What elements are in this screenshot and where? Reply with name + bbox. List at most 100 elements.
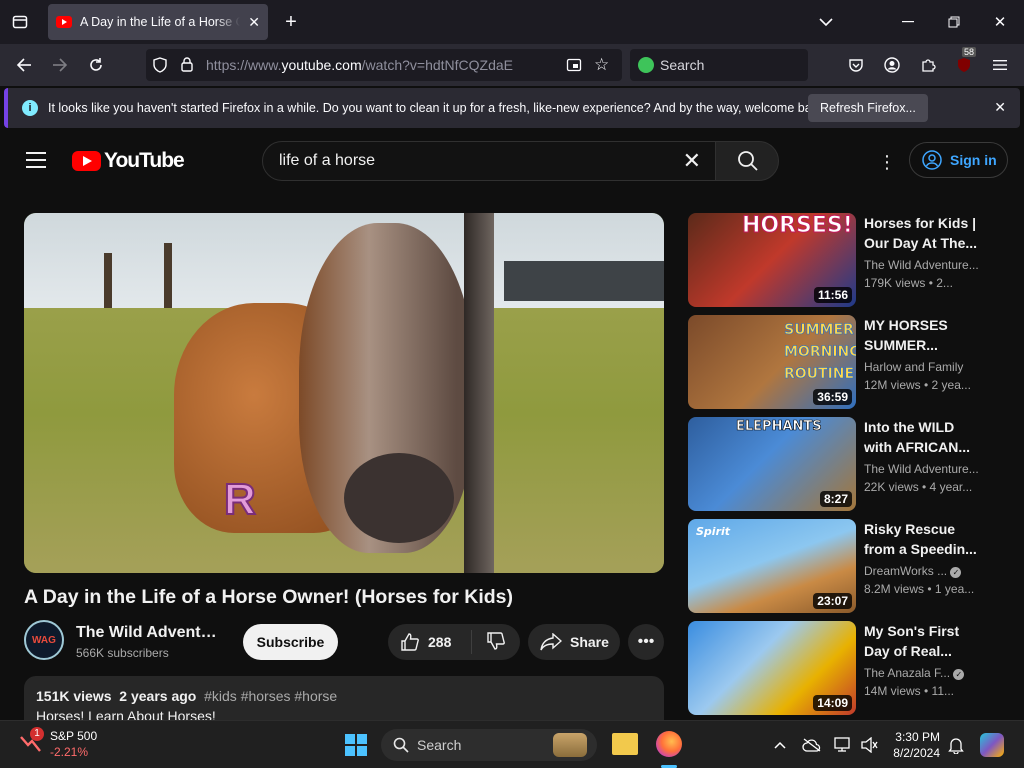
like-button[interactable]: 288 xyxy=(388,630,472,654)
youtube-page: YouTube life of a horse ✕ ⋮ Sign in R A … xyxy=(0,130,1024,720)
video-thumbnail[interactable]: ELEPHANTS 8:27 xyxy=(688,417,856,511)
youtube-header: YouTube life of a horse ✕ ⋮ Sign in xyxy=(0,130,1024,194)
channel-name[interactable]: The Wild Adventure Girls xyxy=(76,624,226,642)
like-count: 288 xyxy=(428,634,452,650)
windows-start-icon[interactable] xyxy=(345,734,367,756)
share-label: Share xyxy=(570,634,609,650)
cloud-sync-icon[interactable] xyxy=(800,735,824,755)
recommended-title: Into the WILD with AFRICAN... xyxy=(864,419,971,455)
notification-bell-icon[interactable] xyxy=(946,735,966,755)
network-display-icon[interactable] xyxy=(832,735,854,755)
recommended-video[interactable]: Spirit 23:07 Risky Rescue from a Speedin… xyxy=(688,519,1008,613)
search-highlight-icon xyxy=(553,733,587,757)
hashtags[interactable]: #kids #horses #horse xyxy=(204,688,337,704)
reload-icon[interactable] xyxy=(84,53,108,77)
verified-check-icon: ✓ xyxy=(953,669,965,680)
recommended-channel: The Wild Adventure... xyxy=(864,462,979,476)
description-text: Horses! Learn About Horses! xyxy=(36,708,216,720)
extensions-puzzle-icon[interactable] xyxy=(916,53,940,77)
windows-taskbar: 1 S&P 500 -2.21% Search 3:30 PM 8/2/2024 xyxy=(0,720,1024,768)
thumbnail-text: ELEPHANTS xyxy=(736,419,822,435)
taskbar-search[interactable]: Search xyxy=(381,729,597,761)
video-thumbnail[interactable]: HORSES! 11:56 xyxy=(688,213,856,307)
system-clock[interactable]: 3:30 PM 8/2/2024 xyxy=(880,729,940,761)
ublock-extension-icon[interactable]: 58 xyxy=(952,47,977,77)
video-thumbnail[interactable]: SUMMER MORNING ROUTINE 36:59 xyxy=(688,315,856,409)
thumbnail-text: Spirit xyxy=(696,525,731,538)
youtube-play-logo-icon xyxy=(72,151,101,171)
description-meta: 151K views 2 years ago #kids #horses #ho… xyxy=(36,688,338,704)
account-icon[interactable] xyxy=(880,53,904,77)
video-frame-horse-nose xyxy=(344,453,454,543)
channel-avatar[interactable]: WAG xyxy=(24,620,64,660)
recommended-channel: Harlow and Family xyxy=(864,360,964,374)
thumbs-up-icon xyxy=(401,633,419,651)
notification-close-icon[interactable]: ✕ xyxy=(994,99,1006,116)
tab-close-icon[interactable]: ✕ xyxy=(248,14,260,31)
url-text: https://www.youtube.com/watch?v=hdtNfCQZ… xyxy=(206,57,513,73)
refresh-firefox-button[interactable]: Refresh Firefox... xyxy=(808,94,928,122)
search-icon xyxy=(738,151,758,171)
notification-message: It looks like you haven't started Firefo… xyxy=(48,101,828,115)
taskbar-search-label: Search xyxy=(417,737,462,753)
restore-icon[interactable] xyxy=(942,10,966,34)
video-thumbnail[interactable]: 14:09 xyxy=(688,621,856,715)
share-button[interactable]: Share xyxy=(528,624,620,660)
youtube-search-button[interactable] xyxy=(715,141,779,181)
more-actions-icon[interactable]: ••• xyxy=(628,624,664,660)
bookmark-star-icon[interactable]: ☆ xyxy=(594,55,609,75)
sign-in-button[interactable]: Sign in xyxy=(909,142,1008,178)
lock-icon[interactable] xyxy=(180,56,194,75)
browser-search-placeholder: Search xyxy=(660,57,705,73)
minimize-icon[interactable] xyxy=(896,10,920,34)
settings-more-icon[interactable]: ⋮ xyxy=(878,152,896,173)
video-duration: 11:56 xyxy=(813,287,852,303)
video-title: A Day in the Life of a Horse Owner! (Hor… xyxy=(24,586,514,608)
clock-time: 3:30 PM xyxy=(895,730,940,744)
pocket-icon[interactable] xyxy=(844,53,868,77)
tab-list-icon[interactable] xyxy=(8,10,32,34)
chevron-down-icon[interactable] xyxy=(814,10,838,34)
close-window-icon[interactable]: ✕ xyxy=(988,10,1012,34)
browser-search-bar[interactable]: Search xyxy=(630,49,808,81)
recommended-video[interactable]: ELEPHANTS 8:27 Into the WILD with AFRICA… xyxy=(688,417,1008,511)
dislike-button[interactable] xyxy=(472,631,506,654)
video-frame-fence xyxy=(504,261,664,301)
youtube-logo[interactable]: YouTube xyxy=(72,149,185,173)
forward-arrow-icon[interactable] xyxy=(48,53,72,77)
video-duration: 36:59 xyxy=(813,389,852,405)
recommended-title: MY HORSES SUMMER... xyxy=(864,317,948,353)
thumbs-down-icon xyxy=(487,631,505,650)
firefox-taskbar-icon[interactable] xyxy=(656,731,682,757)
shield-icon[interactable] xyxy=(152,57,168,76)
menu-hamburger-icon[interactable] xyxy=(988,53,1012,77)
tray-chevron-up-icon[interactable] xyxy=(770,735,790,755)
info-icon: i xyxy=(22,100,38,116)
video-thumbnail[interactable]: Spirit 23:07 xyxy=(688,519,856,613)
recommended-video[interactable]: SUMMER MORNING ROUTINE 36:59 MY HORSES S… xyxy=(688,315,1008,409)
recommended-video[interactable]: HORSES! 11:56 Horses for Kids | Our Day … xyxy=(688,213,1008,307)
sign-in-label: Sign in xyxy=(950,152,997,168)
video-duration: 8:27 xyxy=(819,491,852,507)
guide-menu-icon[interactable] xyxy=(26,152,46,173)
youtube-favicon-icon xyxy=(56,16,72,28)
copilot-icon[interactable] xyxy=(980,733,1004,757)
subscribe-button[interactable]: Subscribe xyxy=(243,624,338,660)
file-explorer-icon[interactable] xyxy=(612,733,638,755)
video-description[interactable]: 151K views 2 years ago #kids #horses #ho… xyxy=(24,676,664,720)
back-arrow-icon[interactable] xyxy=(12,53,36,77)
clear-search-icon[interactable]: ✕ xyxy=(683,148,701,174)
recommended-video[interactable]: 14:09 My Son's First Day of Real... The … xyxy=(688,621,1008,715)
search-engine-icon xyxy=(638,57,654,73)
address-bar[interactable]: https://www.youtube.com/watch?v=hdtNfCQZ… xyxy=(146,49,622,81)
youtube-search-input[interactable]: life of a horse ✕ xyxy=(262,141,716,181)
search-icon xyxy=(393,737,409,753)
screen: A Day in the Life of a Horse Own ✕ + ✕ xyxy=(0,0,1024,768)
video-player[interactable]: R xyxy=(24,213,664,573)
like-dislike-group: 288 xyxy=(388,624,520,660)
reader-view-icon[interactable] xyxy=(566,57,582,76)
recommended-title: Risky Rescue from a Speedin... xyxy=(864,521,977,557)
tab-youtube-video[interactable]: A Day in the Life of a Horse Own ✕ xyxy=(48,4,268,40)
volume-muted-icon[interactable] xyxy=(858,735,880,755)
new-tab-icon[interactable]: + xyxy=(280,10,302,34)
